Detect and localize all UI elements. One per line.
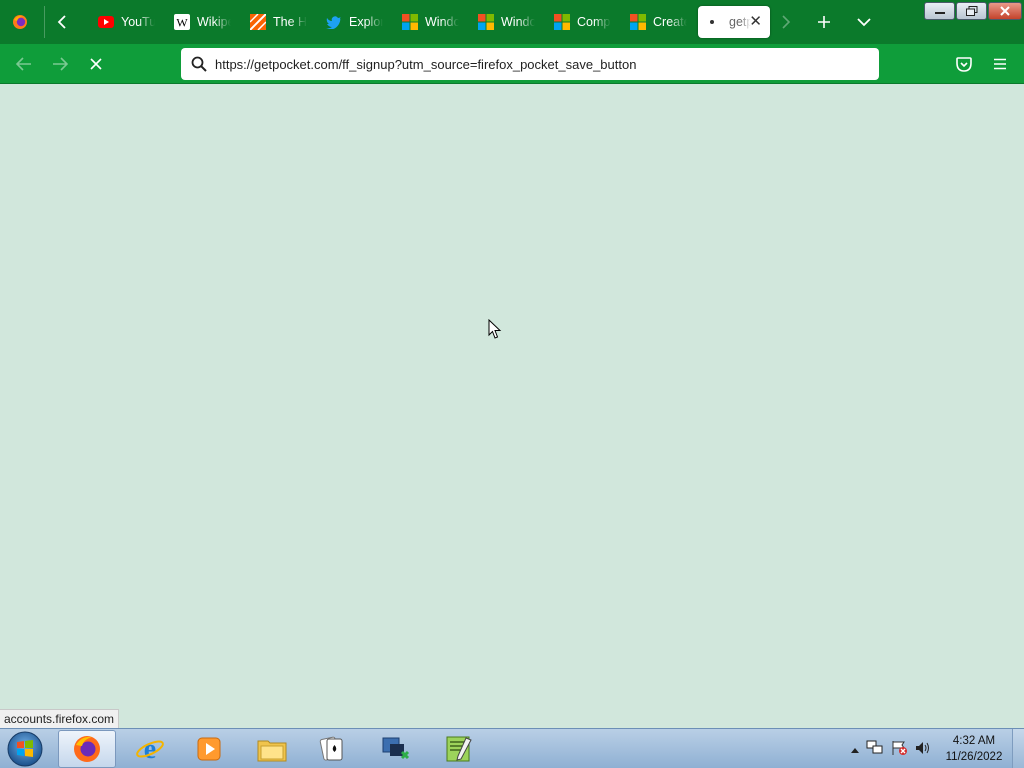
pocket-icon[interactable] (948, 48, 980, 80)
taskbar-notepad-plus-plus[interactable] (430, 730, 488, 768)
taskbar-internet-explorer[interactable]: e (121, 730, 179, 768)
page-content-area (0, 85, 1024, 728)
tab-label: getpocket.com (729, 15, 751, 29)
network-lock-icon (382, 737, 410, 760)
microsoft-icon (554, 14, 570, 30)
url-input[interactable] (215, 56, 855, 72)
firefox-logo-icon[interactable] (4, 6, 36, 38)
notepad-plus-plus-icon (446, 736, 472, 762)
volume-icon[interactable] (914, 740, 932, 759)
tab-label: Compare (577, 15, 611, 29)
clock-date: 11/26/2022 (945, 751, 1003, 763)
network-icon[interactable] (866, 740, 884, 759)
microsoft-icon (630, 14, 646, 30)
tab-twitter-explore[interactable]: Explore (318, 6, 388, 38)
navigation-toolbar (0, 44, 1024, 84)
tab-compare[interactable]: Compare (546, 6, 616, 38)
microsoft-icon (402, 14, 418, 30)
home-depot-icon (250, 14, 266, 30)
taskbar-firefox[interactable] (58, 730, 116, 768)
wikipedia-icon: W (174, 14, 190, 30)
start-button[interactable] (4, 730, 46, 768)
back-arrow-icon[interactable] (8, 48, 40, 80)
folder-icon (257, 740, 287, 762)
firefox-icon (74, 736, 100, 762)
chevron-down-icon[interactable] (848, 6, 880, 38)
tab-create[interactable]: Create (622, 6, 692, 38)
tab-label: Windows (425, 15, 459, 29)
hamburger-menu-icon[interactable] (984, 48, 1016, 80)
svg-text:e: e (144, 734, 156, 764)
tab-home-depot[interactable]: The Home Depot (242, 6, 312, 38)
tab-label: Wikipedia (197, 15, 231, 29)
twitter-icon (326, 14, 342, 30)
taskbar-solitaire[interactable] (303, 730, 361, 768)
media-player-icon (197, 737, 221, 761)
close-tab-icon[interactable]: ✕ (749, 14, 762, 30)
tab-label: YouTube (121, 15, 155, 29)
chevron-left-icon[interactable] (44, 6, 78, 38)
youtube-icon (98, 14, 114, 30)
taskbar-windows-explorer[interactable] (243, 730, 301, 768)
stop-loading-icon[interactable] (80, 48, 112, 80)
show-desktop-button[interactable] (1012, 729, 1024, 768)
forward-arrow-icon[interactable] (44, 48, 76, 80)
internet-explorer-icon: e (136, 734, 164, 764)
action-center-flag-icon[interactable] (890, 740, 908, 759)
search-icon (191, 56, 207, 72)
tab-youtube[interactable]: YouTube (90, 6, 160, 38)
address-bar[interactable] (181, 48, 879, 80)
tab-strip: YouTube W Wikipedia The Home Depot Explo… (0, 0, 1024, 44)
clock[interactable]: 4:32 AM 11/26/2022 (938, 733, 1010, 765)
close-window-icon[interactable] (988, 2, 1022, 20)
window-controls (924, 2, 1022, 20)
tab-windows-1[interactable]: Windows (394, 6, 464, 38)
mouse-cursor-icon (488, 319, 502, 339)
tab-label: Explore (349, 15, 383, 29)
svg-text:W: W (176, 16, 188, 30)
microsoft-icon (478, 14, 494, 30)
taskbar-network-app[interactable] (367, 730, 425, 768)
tab-label: Create (653, 15, 687, 29)
restore-icon[interactable] (956, 2, 987, 20)
loading-dot-icon (706, 14, 722, 30)
clock-time: 4:32 AM (952, 735, 996, 747)
system-tray: 4:32 AM 11/26/2022 (850, 729, 1010, 768)
tab-windows-2[interactable]: Windows (470, 6, 540, 38)
minimize-icon[interactable] (924, 2, 955, 20)
chevron-right-icon[interactable] (770, 6, 802, 38)
tab-label: The Home Depot (273, 15, 307, 29)
windows-taskbar: e 4:32 AM 11/26/2022 (0, 728, 1024, 768)
taskbar-media-player[interactable] (180, 730, 238, 768)
tab-getpocket-active[interactable]: getpocket.com ✕ (698, 6, 770, 38)
new-tab-plus-icon[interactable] (808, 6, 840, 38)
tab-wikipedia[interactable]: W Wikipedia (166, 6, 236, 38)
tab-label: Windows (501, 15, 535, 29)
show-hidden-icons-icon[interactable] (850, 742, 860, 757)
status-url-panel: accounts.firefox.com (0, 709, 120, 728)
playing-cards-icon (319, 736, 343, 761)
